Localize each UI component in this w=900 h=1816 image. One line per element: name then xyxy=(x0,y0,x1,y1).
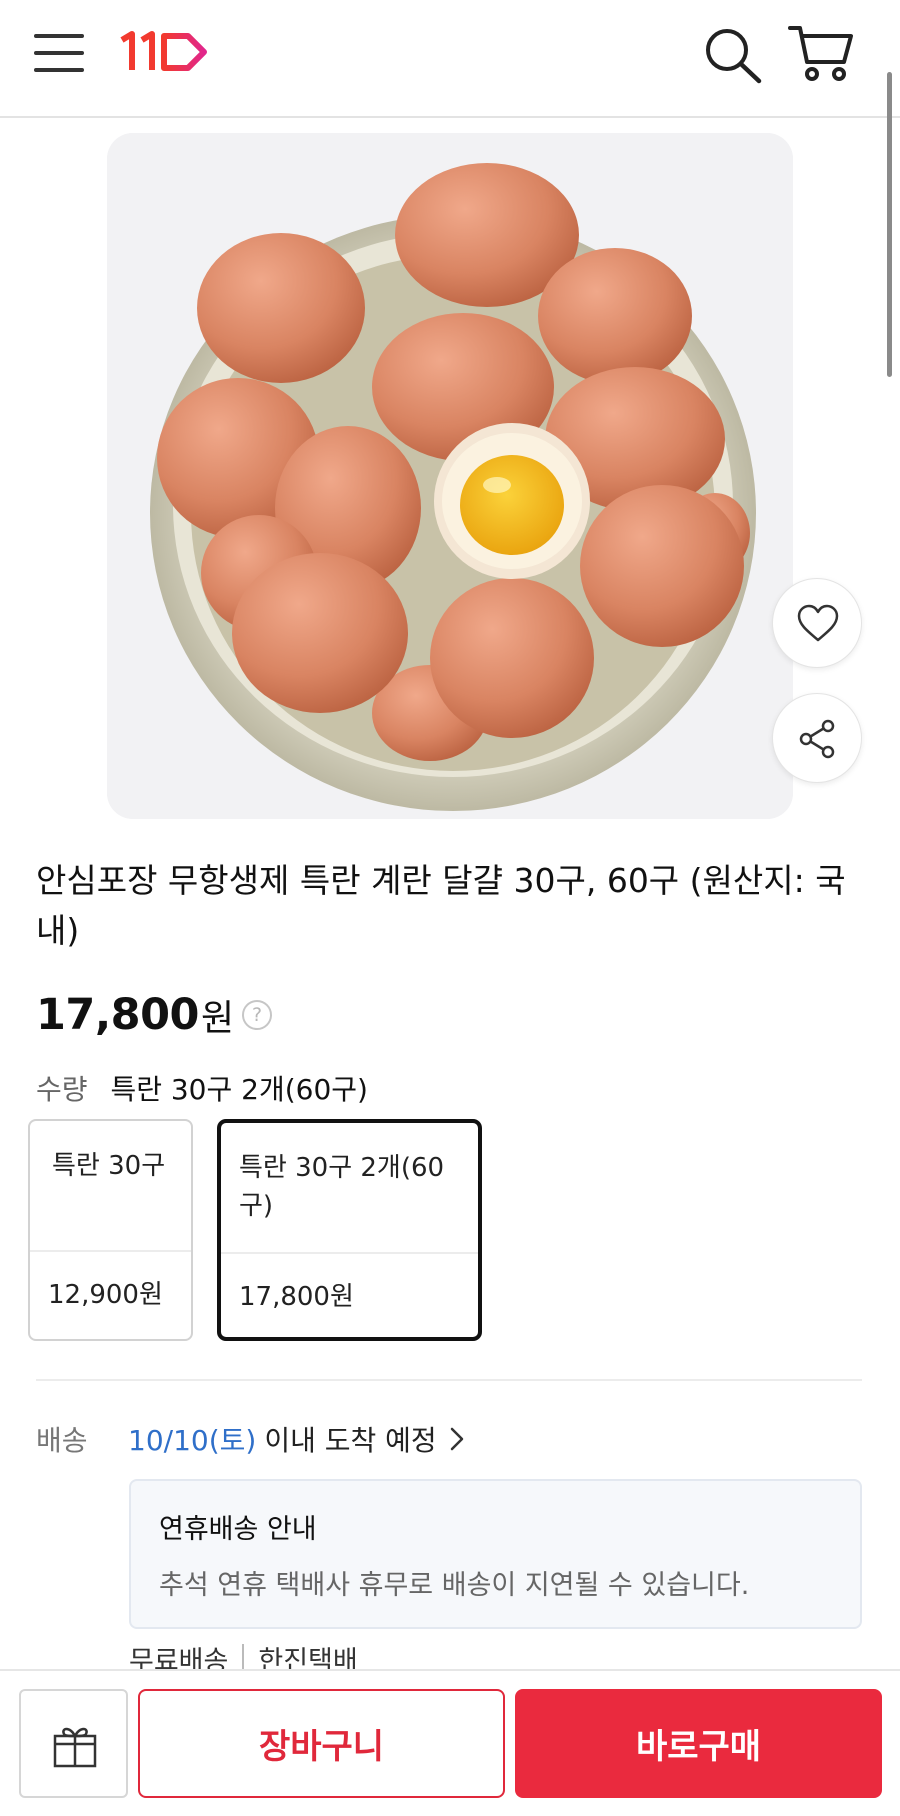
option-divider xyxy=(30,1250,191,1252)
option-price: 17,800원 xyxy=(239,1282,354,1312)
section-divider xyxy=(36,1379,862,1381)
buy-now-button[interactable]: 바로구매 xyxy=(515,1689,882,1798)
wishlist-button[interactable] xyxy=(772,578,862,668)
scrollbar[interactable] xyxy=(887,72,892,377)
hamburger-menu-icon[interactable] xyxy=(34,30,86,76)
notice-title: 연휴배송 안내 xyxy=(159,1514,317,1545)
chevron-right-icon xyxy=(450,1427,463,1451)
bottom-action-bar: 장바구니 바로구매 xyxy=(0,1669,900,1816)
notice-body: 추석 연휴 택배사 휴무로 배송이 지연될 수 있습니다. xyxy=(159,1570,750,1601)
product-title: 안심포장 무항생제 특란 계란 달걀 30구, 60구 (원산지: 국내) xyxy=(36,861,846,950)
price-help-icon[interactable]: ? xyxy=(242,1000,273,1030)
product-image[interactable] xyxy=(107,133,793,819)
shipping-separator xyxy=(242,1644,245,1672)
delivery-date: 10/10(토) xyxy=(128,1424,257,1457)
holiday-notice-box: 연휴배송 안내 추석 연휴 택배사 휴무로 배송이 지연될 수 있습니다. xyxy=(129,1479,862,1629)
option-card-selected[interactable]: 특란 30구 2개(60구) 17,800원 xyxy=(217,1119,482,1341)
price-row: 17,800 원 ? xyxy=(36,987,273,1043)
delivery-label: 배송 xyxy=(36,1424,88,1457)
quantity-selected-value: 특란 30구 2개(60구) xyxy=(110,1073,368,1106)
gift-button[interactable] xyxy=(19,1689,128,1798)
share-button[interactable] xyxy=(772,693,862,783)
product-price: 17,800 xyxy=(36,990,199,1040)
eleven-street-logo[interactable] xyxy=(118,28,210,76)
option-card[interactable]: 특란 30구 12,900원 xyxy=(28,1119,193,1341)
option-divider xyxy=(221,1252,478,1254)
delivery-row[interactable]: 배송 10/10(토) 이내 도착 예정 xyxy=(36,1419,465,1459)
delivery-text: 이내 도착 예정 xyxy=(264,1424,437,1457)
gift-icon xyxy=(53,1727,97,1768)
quantity-row: 수량 특란 30구 2개(60구) xyxy=(36,1068,368,1108)
heart-icon xyxy=(797,604,839,642)
quantity-label: 수량 xyxy=(36,1073,88,1106)
option-name: 특란 30구 2개(60구) xyxy=(239,1153,445,1221)
option-name: 특란 30구 xyxy=(52,1151,166,1181)
search-icon[interactable] xyxy=(703,26,763,84)
price-unit: 원 xyxy=(200,998,235,1039)
share-icon xyxy=(799,719,835,759)
top-header xyxy=(0,0,900,118)
add-to-cart-button[interactable]: 장바구니 xyxy=(138,1689,505,1798)
cart-icon[interactable] xyxy=(788,24,854,84)
option-price: 12,900원 xyxy=(48,1280,163,1310)
